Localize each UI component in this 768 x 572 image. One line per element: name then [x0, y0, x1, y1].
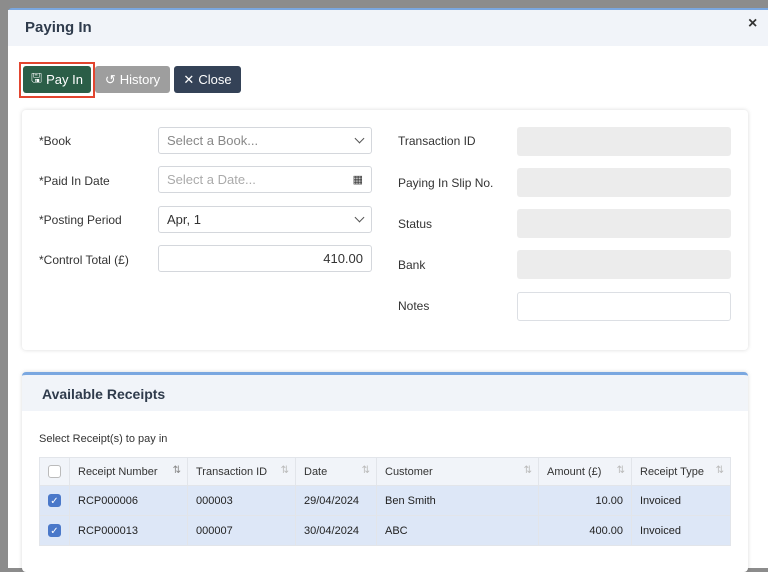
date: 30/04/2024 — [295, 515, 377, 546]
receipt-number: RCP000013 — [69, 515, 188, 546]
x-icon: ✕ — [183, 71, 195, 87]
col-customer[interactable]: Customer ⇅ — [376, 457, 539, 486]
date-placeholder: Select a Date... — [167, 172, 256, 187]
col-label: Amount (£) — [547, 465, 602, 478]
row-checkbox[interactable]: ✓ — [48, 524, 61, 537]
sort-icon: ⇅ — [361, 465, 370, 476]
customer: Ben Smith — [376, 485, 539, 516]
chevron-down-icon — [354, 133, 365, 144]
amount: 10.00 — [538, 485, 632, 516]
book-select[interactable]: Select a Book... — [158, 127, 372, 154]
receipts-title: Available Receipts — [22, 372, 748, 411]
receipt-type: Invoiced — [631, 485, 731, 516]
col-receipt-number[interactable]: Receipt Number ⇅ — [69, 457, 188, 486]
calendar-icon[interactable]: ▦ — [353, 173, 363, 186]
col-label: Receipt Number — [78, 465, 158, 478]
available-receipts-card: Available Receipts Select Receipt(s) to … — [22, 372, 748, 572]
close-button[interactable]: ✕ Close — [174, 66, 241, 93]
control-total-input[interactable]: 410.00 — [158, 245, 372, 272]
col-transaction-id[interactable]: Transaction ID ⇅ — [187, 457, 296, 486]
receipt-number: RCP000006 — [69, 485, 188, 516]
col-label: Transaction ID — [196, 465, 268, 478]
book-label: *Book — [39, 134, 72, 148]
status-field — [517, 209, 731, 238]
col-date[interactable]: Date ⇅ — [295, 457, 377, 486]
paying-in-modal: Paying In × 🖫 Pay In ↺ History ✕ Close *Boo… — [8, 8, 768, 572]
transaction-id-label: Transaction ID — [398, 134, 476, 148]
control-total-label: *Control Total (£) — [39, 253, 129, 267]
receipts-table: Receipt Number ⇅ Transaction ID ⇅ Date ⇅ Cu… — [39, 457, 731, 546]
customer: ABC — [376, 515, 539, 546]
notes-label: Notes — [398, 299, 430, 313]
period-label: *Posting Period — [39, 213, 122, 227]
chevron-down-icon — [354, 212, 365, 223]
row-checkbox[interactable]: ✓ — [48, 494, 61, 507]
form-card: *Book Select a Book... *Paid In Date Sel… — [22, 110, 748, 350]
col-label: Date — [304, 465, 328, 478]
period-value: Apr, 1 — [167, 212, 201, 227]
col-receipt-type[interactable]: Receipt Type ⇅ — [631, 457, 731, 486]
history-label: History — [119, 72, 161, 87]
table-row[interactable]: ✓ RCP000013 000007 30/04/2024 ABC 400.00… — [39, 515, 731, 546]
col-label: Receipt Type — [640, 465, 705, 478]
close-label: Close — [198, 72, 232, 87]
slip-field — [517, 168, 731, 197]
history-button[interactable]: ↺ History — [95, 66, 170, 93]
book-placeholder: Select a Book... — [167, 133, 259, 148]
select-all-checkbox[interactable] — [48, 465, 61, 478]
control-total-value: 410.00 — [323, 251, 363, 266]
pay-in-label: Pay In — [46, 72, 83, 87]
amount: 400.00 — [538, 515, 632, 546]
sort-icon: ⇅ — [715, 465, 724, 476]
sort-icon: ⇅ — [616, 465, 625, 476]
transaction-id: 000003 — [187, 485, 296, 516]
bank-field — [517, 250, 731, 279]
period-select[interactable]: Apr, 1 — [158, 206, 372, 233]
date-input[interactable]: Select a Date... ▦ — [158, 166, 372, 193]
history-icon: ↺ — [104, 71, 116, 87]
bank-label: Bank — [398, 258, 426, 272]
receipt-type: Invoiced — [631, 515, 731, 546]
modal-title: Paying In — [25, 19, 92, 36]
sort-icon: ⇅ — [172, 465, 181, 476]
sort-icon: ⇅ — [523, 465, 532, 476]
close-icon[interactable]: × — [748, 15, 757, 33]
save-icon: 🖫 — [31, 69, 43, 85]
transaction-id-field — [517, 127, 731, 156]
col-label: Customer — [385, 465, 433, 478]
sort-icon: ⇅ — [280, 465, 289, 476]
slip-label: Paying In Slip No. — [398, 176, 494, 190]
notes-input[interactable] — [517, 292, 731, 321]
receipts-hint: Select Receipt(s) to pay in — [39, 433, 168, 445]
date-label: *Paid In Date — [39, 174, 110, 188]
modal-header: Paying In × — [8, 10, 768, 46]
transaction-id: 000007 — [187, 515, 296, 546]
col-amount[interactable]: Amount (£) ⇅ — [538, 457, 632, 486]
table-row[interactable]: ✓ RCP000006 000003 29/04/2024 Ben Smith … — [39, 485, 731, 516]
status-label: Status — [398, 217, 433, 231]
pay-in-button[interactable]: 🖫 Pay In — [23, 66, 91, 93]
date: 29/04/2024 — [295, 485, 377, 516]
